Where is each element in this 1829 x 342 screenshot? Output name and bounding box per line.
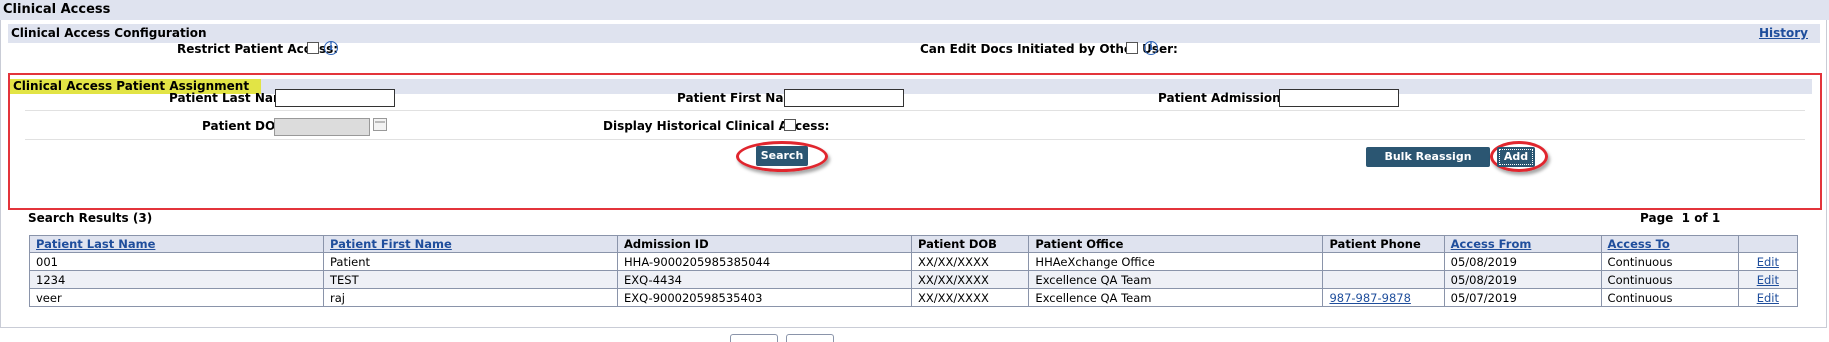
search-button[interactable]: Search	[756, 146, 808, 166]
cell-first-name: raj	[323, 288, 619, 307]
edit-link[interactable]: Edit	[1757, 255, 1779, 269]
cell-access-from: 05/07/2019	[1443, 288, 1602, 307]
cell-admission-id: EXQ-900020598535403	[617, 288, 913, 307]
phone-link[interactable]: 987-987-9878	[1329, 291, 1410, 305]
table-row: 001 Patient HHA-9000205985385044 XX/XX/X…	[28, 252, 1799, 271]
config-section-title: Clinical Access Configuration	[11, 26, 207, 40]
column-header-access-to[interactable]: Access To	[1600, 235, 1739, 253]
footer-button[interactable]	[786, 334, 834, 342]
patient-dob-input[interactable]	[274, 118, 370, 136]
cell-actions: Edit	[1737, 288, 1799, 307]
cell-last-name: 1234	[28, 270, 325, 289]
table-header-row: Patient Last Name Patient First Name Adm…	[28, 235, 1799, 253]
page-title: Clinical Access	[0, 0, 1829, 20]
column-header-patient-dob: Patient DOB	[911, 235, 1030, 253]
search-results-title: Search Results (3)	[28, 211, 153, 225]
patient-last-name-input[interactable]	[275, 89, 395, 107]
add-button[interactable]: Add	[1497, 147, 1535, 167]
bulk-reassign-access-button[interactable]: Bulk Reassign Access	[1366, 147, 1490, 183]
results-table: Patient Last Name Patient First Name Adm…	[28, 235, 1799, 307]
cell-first-name: Patient	[323, 252, 619, 271]
can-edit-docs-checkbox[interactable]	[1126, 42, 1138, 54]
patient-first-name-input[interactable]	[784, 89, 904, 107]
cell-dob: XX/XX/XXXX	[911, 270, 1030, 289]
cell-last-name: 001	[28, 252, 325, 271]
table-row: 1234 TEST EXQ-4434 XX/XX/XXXX Excellence…	[28, 270, 1799, 289]
cell-actions: Edit	[1737, 270, 1799, 289]
cell-phone	[1322, 252, 1445, 271]
config-section-header: Clinical Access Configuration History	[8, 24, 1820, 43]
info-icon[interactable]: i	[1144, 41, 1158, 55]
cell-office: HHAeXchange Office	[1028, 252, 1324, 271]
page-value: 1 of 1	[1681, 211, 1721, 225]
edit-link[interactable]: Edit	[1757, 273, 1779, 287]
cell-access-to: Continuous	[1600, 252, 1739, 271]
pagination-label: Page 1 of 1	[1640, 211, 1720, 225]
cell-access-to: Continuous	[1600, 288, 1739, 307]
footer-button[interactable]	[730, 334, 778, 342]
cell-last-name: veer	[28, 288, 325, 307]
table-row: veer raj EXQ-900020598535403 XX/XX/XXXX …	[28, 288, 1799, 307]
cell-dob: XX/XX/XXXX	[911, 288, 1030, 307]
column-header-access-from[interactable]: Access From	[1443, 235, 1602, 253]
page-label: Page	[1640, 211, 1674, 225]
cell-phone	[1322, 270, 1445, 289]
row-separator	[25, 110, 1805, 111]
edit-link[interactable]: Edit	[1757, 291, 1779, 305]
cell-admission-id: EXQ-4434	[617, 270, 913, 289]
info-icon[interactable]: i	[324, 41, 338, 55]
column-header-actions	[1737, 235, 1799, 253]
cell-actions: Edit	[1737, 252, 1799, 271]
cell-access-from: 05/08/2019	[1443, 270, 1602, 289]
cell-dob: XX/XX/XXXX	[911, 252, 1030, 271]
row-separator	[25, 139, 1805, 140]
cell-access-to: Continuous	[1600, 270, 1739, 289]
cell-access-from: 05/08/2019	[1443, 252, 1602, 271]
cell-admission-id: HHA-9000205985385044	[617, 252, 913, 271]
display-historical-access-checkbox[interactable]	[784, 119, 796, 131]
column-header-patient-phone: Patient Phone	[1322, 235, 1445, 253]
cell-office: Excellence QA Team	[1028, 288, 1324, 307]
patient-admission-id-input[interactable]	[1279, 89, 1399, 107]
history-link[interactable]: History	[1759, 24, 1808, 43]
column-header-patient-first-name[interactable]: Patient First Name	[323, 235, 619, 253]
column-header-patient-office: Patient Office	[1028, 235, 1324, 253]
calendar-icon[interactable]	[373, 118, 387, 131]
can-edit-docs-label: Can Edit Docs Initiated by Other User:	[920, 42, 1178, 56]
cell-office: Excellence QA Team	[1028, 270, 1324, 289]
cell-phone: 987-987-9878	[1322, 288, 1445, 307]
cell-first-name: TEST	[323, 270, 619, 289]
restrict-patient-access-checkbox[interactable]	[307, 42, 319, 54]
column-header-admission-id: Admission ID	[617, 235, 913, 253]
column-header-patient-last-name[interactable]: Patient Last Name	[28, 235, 325, 253]
